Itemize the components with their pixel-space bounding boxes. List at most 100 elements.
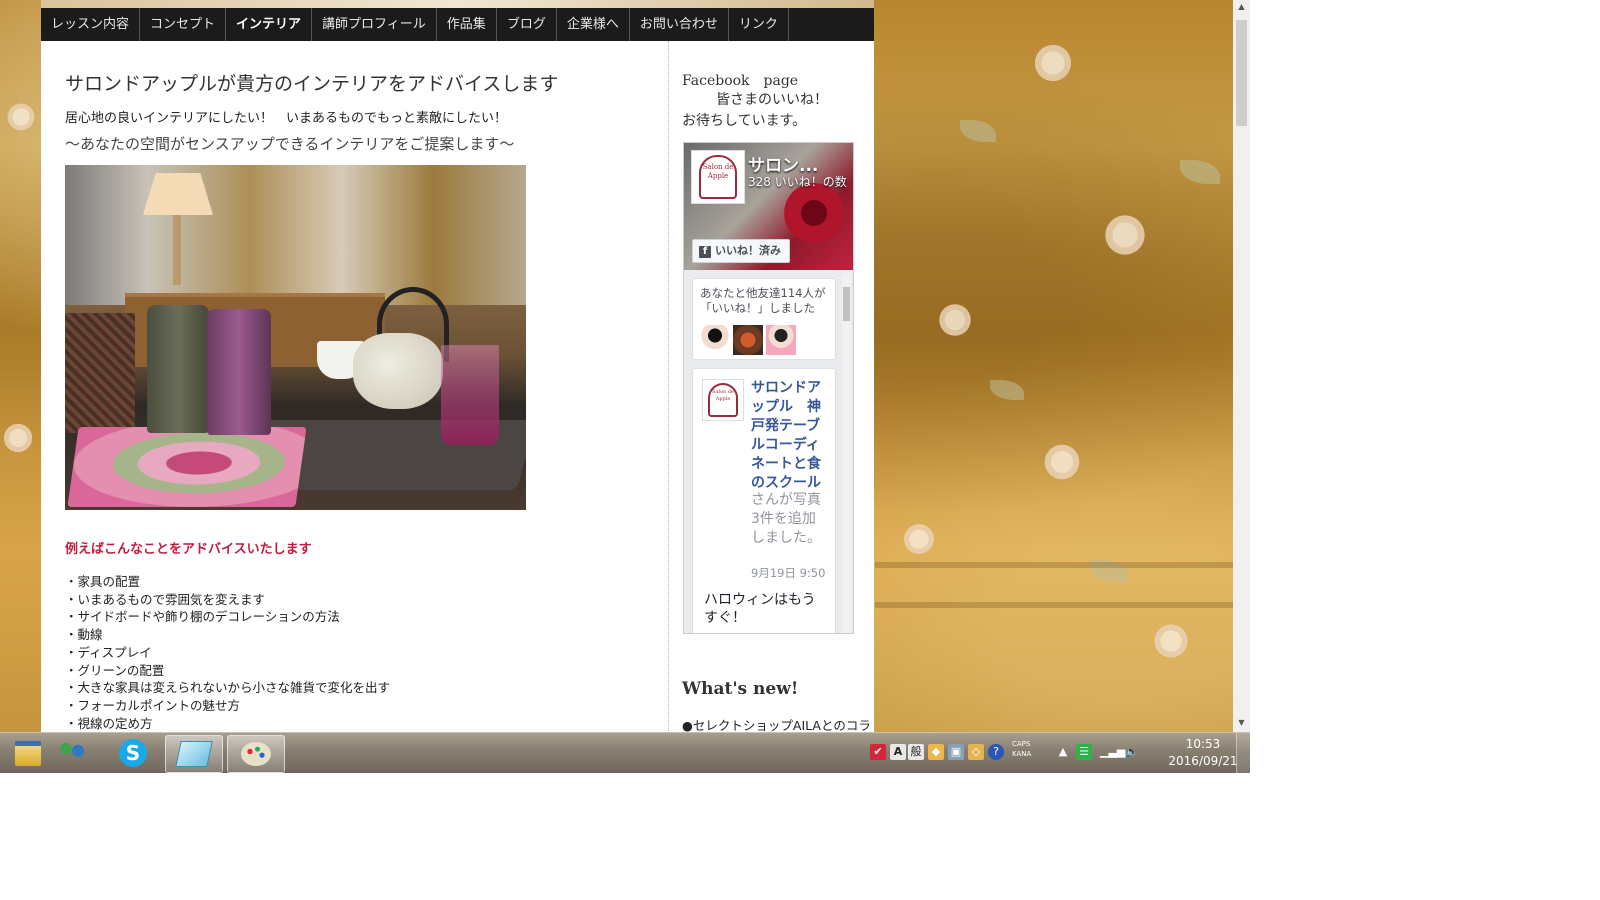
taskbar: S ✔ A 般 ◆ ▣ ◇ ? CAPS KANA ▲ ☰ ▁▃▅ 🔈 10:53…: [0, 732, 1251, 773]
nav-item[interactable]: レッスン内容: [41, 8, 141, 41]
photo-chair: [65, 313, 135, 433]
interior-photo: [65, 165, 526, 510]
nav-item[interactable]: お問い合わせ: [630, 8, 729, 41]
nav-item[interactable]: ブログ: [497, 8, 557, 41]
antivirus-icon[interactable]: ✔: [870, 744, 886, 760]
advice-list: ・家具の配置 ・いまあるもので雰囲気を変えます ・サイドボードや飾り棚のデコレーショ…: [65, 573, 390, 732]
facebook-post: Salon de Apple サロンドアップル 神戸発テーブルコーディネートと食…: [692, 368, 836, 633]
skype-icon: S: [119, 739, 147, 767]
column-divider: [668, 41, 669, 735]
facebook-page-logo[interactable]: Salon de Apple: [691, 150, 745, 204]
ime-mode-icon[interactable]: 般: [908, 744, 924, 760]
browser-scrollbar-thumb[interactable]: [1236, 20, 1247, 126]
wallpaper-stripe: [875, 562, 1235, 568]
folder-icon: [15, 740, 41, 766]
taskbar-skype-button[interactable]: S: [105, 735, 161, 771]
photo-plate: [67, 427, 307, 507]
post-timestamp[interactable]: 9月19日 9:50: [751, 565, 825, 581]
show-hidden-icons-icon[interactable]: ▲: [1055, 744, 1071, 760]
advice-item: ・グリーンの配置: [65, 662, 165, 678]
messenger-icon[interactable]: ☰: [1076, 744, 1092, 760]
browser-scrollbar[interactable]: ▲ ▼: [1233, 0, 1250, 735]
wallpaper-flower: [1030, 40, 1076, 86]
taskbar-notepad-button[interactable]: [165, 735, 223, 773]
browser-viewport: レッスン内容 コンセプト インテリア 講師プロフィール 作品集 ブログ 企業様へ お問い合わせ…: [0, 0, 1250, 735]
friend-avatar[interactable]: [700, 325, 730, 355]
photo-tea-can-green: [147, 305, 209, 433]
wallpaper-flower: [900, 520, 938, 558]
cover-rose: [784, 183, 844, 243]
whats-new-heading: What's new!: [682, 679, 799, 699]
volume-icon[interactable]: 🔈: [1124, 744, 1140, 760]
wallpaper-leaf: [1180, 160, 1220, 184]
scroll-up-arrow-icon[interactable]: ▲: [1233, 0, 1250, 14]
facebook-page-title: Facebook page: [682, 73, 799, 89]
taskbar-people-button[interactable]: [44, 735, 100, 771]
wallpaper-flower: [1040, 440, 1084, 484]
wallpaper-flower: [1100, 210, 1150, 260]
system-tray: ✔ A 般 ◆ ▣ ◇ ? CAPS KANA ▲ ☰ ▁▃▅ 🔈 10:53 2…: [870, 733, 1250, 773]
facebook-icon: f: [699, 246, 711, 258]
nav-item[interactable]: リンク: [729, 8, 789, 41]
show-desktop-button[interactable]: [1236, 733, 1251, 773]
advice-heading: 例えばこんなことをアドバイスいたします: [65, 542, 312, 557]
advice-item: ・ディスプレイ: [65, 644, 152, 660]
main-navigation: レッスン内容 コンセプト インテリア 講師プロフィール 作品集 ブログ 企業様へ お問い合わせ…: [41, 8, 874, 41]
like-button-label: いいね！済み: [715, 244, 781, 257]
kana-indicator: KANA: [1012, 750, 1032, 758]
friend-avatar[interactable]: [733, 325, 763, 355]
notepad-icon: [175, 741, 213, 767]
facebook-text-line: お待ちしています。: [682, 113, 807, 129]
post-author-avatar[interactable]: Salon de Apple: [702, 379, 744, 421]
nav-item[interactable]: コンセプト: [140, 8, 227, 41]
post-action-text: さんが写真3件を追加しました。: [751, 492, 821, 546]
network-signal-icon[interactable]: ▁▃▅: [1100, 744, 1125, 760]
facebook-cover-photo[interactable]: Salon de Apple サロン... 328 いいね！の数 f いいね！済み: [684, 143, 853, 270]
scrollbar-thumb[interactable]: [843, 287, 850, 321]
salon-logo-seal: Salon de Apple: [699, 155, 737, 199]
wallpaper-flower: [4, 100, 38, 134]
facebook-friends-box: あなたと他友達114人が「いいね！」しました: [692, 278, 836, 360]
facebook-page-widget[interactable]: Salon de Apple サロン... 328 いいね！の数 f いいね！済み…: [683, 142, 854, 634]
clock-date: 2016/09/21: [1168, 754, 1238, 768]
facebook-like-button[interactable]: f いいね！済み: [692, 239, 790, 263]
friend-avatar[interactable]: [766, 325, 796, 355]
ime-dictionary-icon[interactable]: ◇: [968, 744, 984, 760]
caps-indicator: CAPS: [1012, 740, 1031, 748]
wallpaper-stripe: [875, 602, 1235, 608]
photo-tea-can-purple: [207, 309, 271, 435]
people-icon: [57, 742, 87, 764]
site-header-strip: [41, 0, 874, 8]
advice-item: ・フォーカルポイントの魅せ方: [65, 697, 241, 713]
ime-toolbar-icon[interactable]: ◆: [928, 744, 944, 760]
page-title: サロンドアップルが貴方のインテリアをアドバイスします: [65, 73, 559, 95]
ime-a-icon[interactable]: A: [890, 744, 906, 760]
post-author-link[interactable]: サロンドアップル 神戸発テーブルコーディネートと食のスクール: [751, 379, 827, 493]
nav-item[interactable]: 作品集: [437, 8, 497, 41]
taskbar-paint-button[interactable]: [227, 735, 285, 773]
photo-teapot: [353, 333, 443, 409]
facebook-widget-scrollbar[interactable]: [842, 273, 851, 633]
wallpaper-leaf: [960, 120, 996, 142]
advice-item: ・家具の配置: [65, 574, 141, 589]
page-subtitle: ～あなたの空間がセンスアップできるインテリアをご提案します～: [65, 135, 515, 153]
help-icon[interactable]: ?: [988, 744, 1004, 760]
facebook-text-line: 皆さまのいいね！: [716, 92, 828, 108]
ime-tools-icon[interactable]: ▣: [948, 744, 964, 760]
nav-item[interactable]: インテリア: [226, 8, 313, 41]
paint-icon: [241, 742, 271, 766]
salon-logo-seal: Salon de Apple: [708, 383, 738, 417]
nav-item[interactable]: 企業様へ: [557, 8, 630, 41]
wallpaper-flower: [0, 420, 36, 456]
scroll-down-arrow-icon[interactable]: ▼: [1233, 716, 1250, 730]
photo-lamp-base: [173, 215, 181, 285]
clock[interactable]: 10:53 2016/09/21: [1160, 736, 1246, 770]
facebook-page-text: 皆さまのいいね！ お待ちしています。: [682, 90, 857, 132]
photo-glass: [441, 345, 499, 445]
nav-item[interactable]: 講師プロフィール: [312, 8, 437, 41]
advice-item: ・いまあるもので雰囲気を変えます: [65, 591, 266, 607]
caps-kana-indicator: CAPS KANA: [1012, 739, 1031, 759]
intro-text: 居心地の良いインテリアにしたい！ いまあるものでもっと素敵にしたい！: [65, 111, 508, 126]
advice-item: ・視線の定め方: [65, 715, 153, 731]
wallpaper-flower: [935, 300, 975, 340]
